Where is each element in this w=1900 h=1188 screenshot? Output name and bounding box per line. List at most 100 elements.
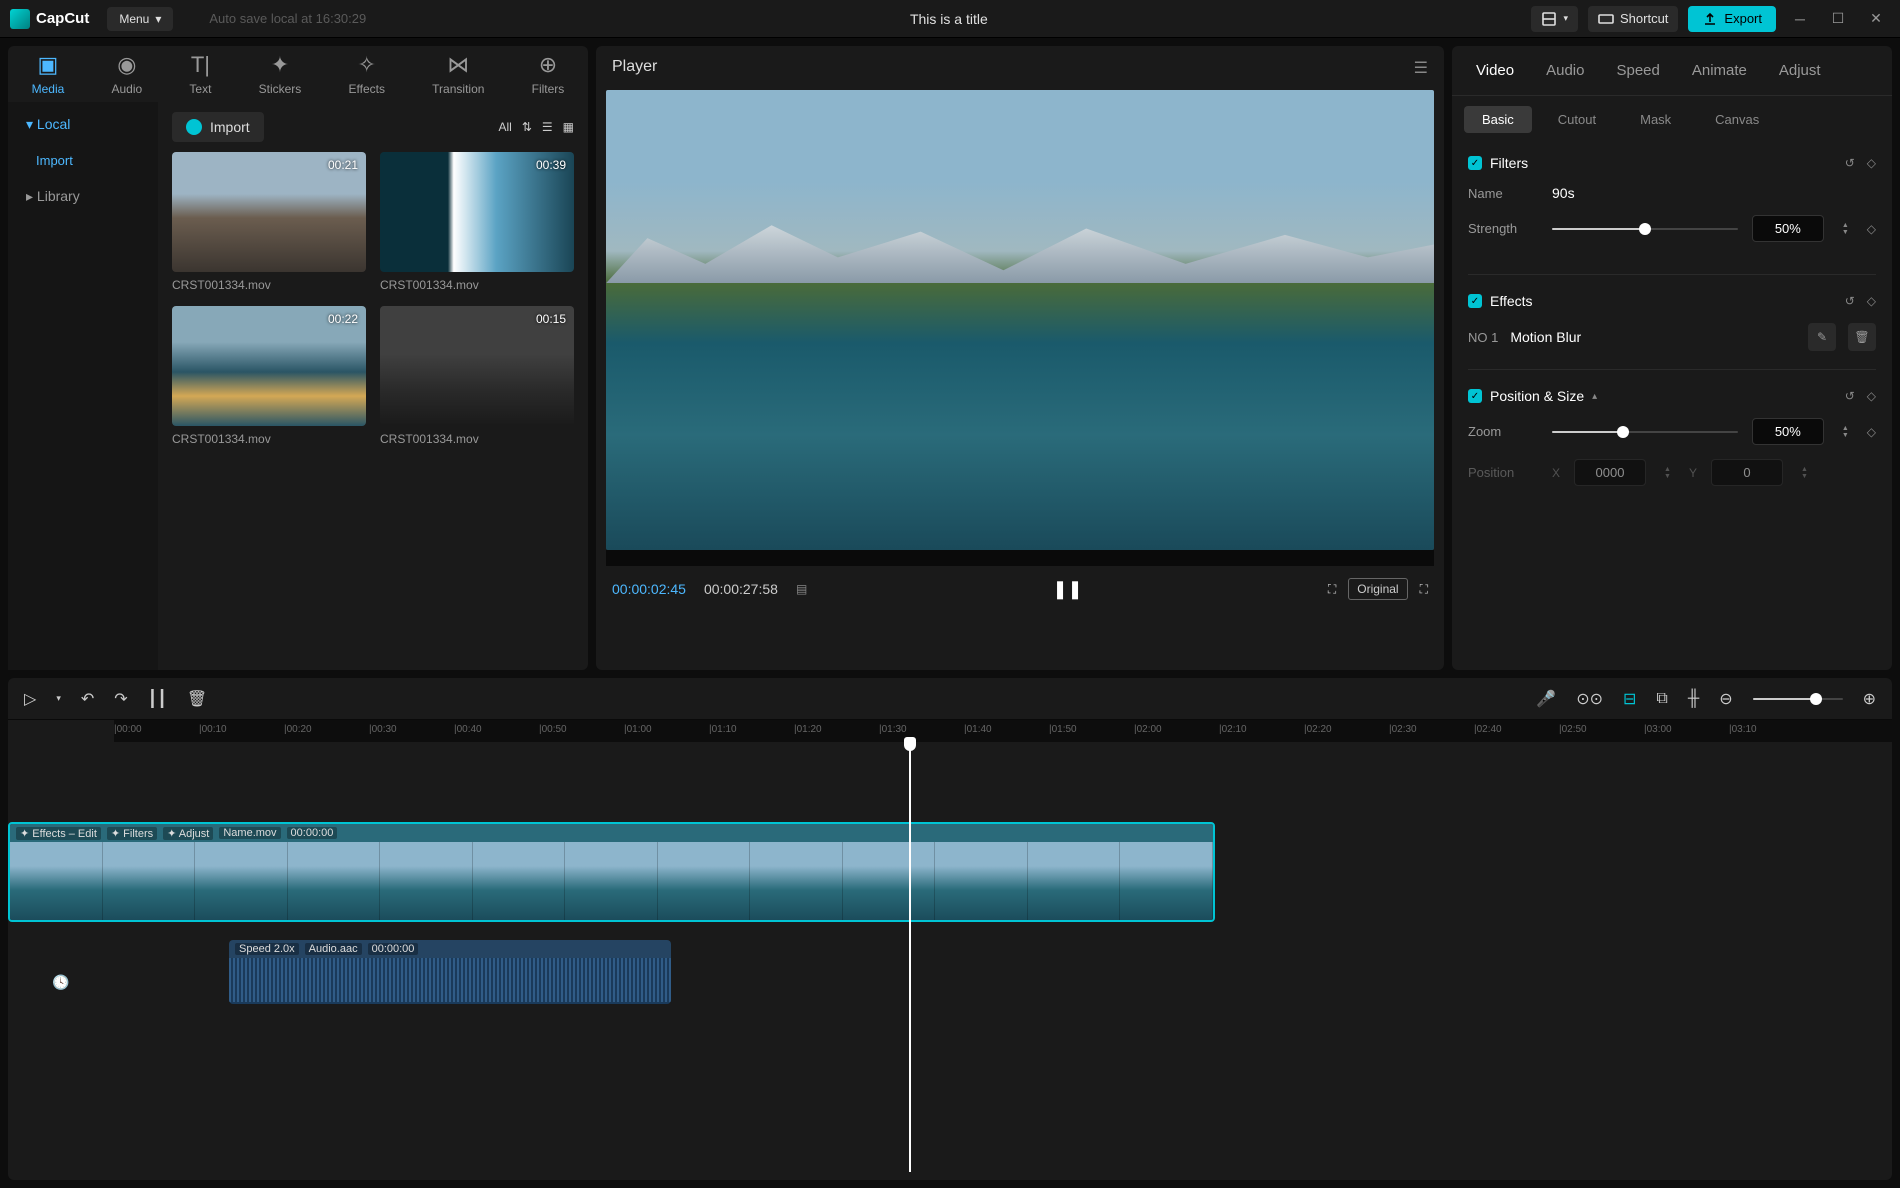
keyframe-icon[interactable]: ◇ <box>1867 389 1876 403</box>
menu-button[interactable]: Menu ▾ <box>107 7 173 31</box>
grid-view-icon[interactable]: ▦ <box>563 120 574 134</box>
timeline-zoom-slider[interactable] <box>1753 698 1843 700</box>
delete-effect-button[interactable]: 🗑 <box>1848 323 1876 351</box>
text-tool[interactable]: T|Text <box>185 46 215 102</box>
sidebar-item-local[interactable]: ▾ Local <box>8 106 158 143</box>
crop-icon[interactable]: ⛶ <box>1328 582 1336 597</box>
filters-actions: ↺ ◇ <box>1845 156 1876 170</box>
list-view-icon[interactable]: ☰ <box>542 120 553 134</box>
inspector-subtabs: Basic Cutout Mask Canvas <box>1452 96 1892 143</box>
zoom-in-icon[interactable]: ⊕ <box>1863 689 1876 709</box>
project-title[interactable]: This is a title <box>366 11 1531 27</box>
zoom-keyframe[interactable]: ◇ <box>1867 425 1876 439</box>
original-button[interactable]: Original <box>1348 578 1407 600</box>
y-value[interactable]: 0 <box>1711 459 1783 486</box>
x-value[interactable]: 0000 <box>1574 459 1646 486</box>
player-scrubber[interactable] <box>606 550 1434 566</box>
playhead[interactable] <box>909 742 911 1172</box>
strength-keyframe[interactable]: ◇ <box>1867 222 1876 236</box>
clock-icon[interactable]: 🕓 <box>52 974 69 991</box>
sidebar-item-library[interactable]: ▸ Library <box>8 178 158 215</box>
reset-icon[interactable]: ↺ <box>1845 294 1855 308</box>
align-icon[interactable]: ╫ <box>1688 690 1699 708</box>
shortcut-button[interactable]: Shortcut <box>1588 6 1678 32</box>
split-button[interactable]: ┃┃ <box>148 689 167 709</box>
tab-animate[interactable]: Animate <box>1676 46 1763 95</box>
record-icon[interactable]: ⊙⊙ <box>1576 689 1603 709</box>
effects-tool[interactable]: ✧Effects <box>345 46 389 102</box>
chevron-up-icon[interactable]: ▴ <box>1592 391 1597 402</box>
effects-checkbox[interactable]: ✓ <box>1468 294 1482 308</box>
filters-tool[interactable]: ⊕Filters <box>528 46 569 102</box>
media-item[interactable]: 00:15CRST001334.mov <box>380 306 574 446</box>
tab-audio[interactable]: Audio <box>1530 46 1600 95</box>
media-item[interactable]: 00:39CRST001334.mov <box>380 152 574 292</box>
effects-section: ✓ Effects ↺ ◇ NO 1 Motion Blur ✎ 🗑 <box>1452 281 1892 363</box>
mic-icon[interactable]: 🎤 <box>1536 689 1556 709</box>
strength-slider[interactable] <box>1552 228 1738 230</box>
position-checkbox[interactable]: ✓ <box>1468 389 1482 403</box>
audio-meter-icon[interactable]: ▤ <box>796 582 807 596</box>
strength-value[interactable]: 50% <box>1752 215 1824 242</box>
delete-button[interactable]: 🗑 <box>187 689 207 709</box>
transition-tool[interactable]: ⋈Transition <box>428 46 488 102</box>
tab-speed[interactable]: Speed <box>1600 46 1675 95</box>
tab-adjust[interactable]: Adjust <box>1763 46 1837 95</box>
filter-all[interactable]: All <box>498 120 511 134</box>
reset-icon[interactable]: ↺ <box>1845 389 1855 403</box>
close-button[interactable]: ✕ <box>1862 5 1890 33</box>
subtab-basic[interactable]: Basic <box>1464 106 1532 133</box>
zoom-stepper[interactable]: ▲▼ <box>1838 425 1853 439</box>
y-stepper[interactable]: ▲▼ <box>1797 466 1812 480</box>
player-right: ⛶ Original ⛶ <box>1328 578 1428 600</box>
pause-button[interactable]: ❚❚ <box>1052 579 1082 599</box>
effect-index: NO 1 <box>1468 330 1498 345</box>
sidebar-item-local-import[interactable]: Import <box>8 143 158 178</box>
redo-button[interactable]: ↷ <box>114 689 127 709</box>
media-duration: 00:15 <box>536 312 566 326</box>
export-button[interactable]: Export <box>1688 6 1776 32</box>
tab-video[interactable]: Video <box>1460 46 1530 95</box>
ruler-tick: |02:20 <box>1304 724 1332 735</box>
audio-clip[interactable]: Speed 2.0xAudio.aac00:00:00 <box>229 940 671 1004</box>
keyframe-icon[interactable]: ◇ <box>1867 294 1876 308</box>
layout-button[interactable]: ▾ <box>1531 6 1578 32</box>
audio-tool[interactable]: ◉Audio <box>107 46 146 102</box>
link-icon[interactable]: ⧉ <box>1656 690 1667 708</box>
keyframe-icon[interactable]: ◇ <box>1867 156 1876 170</box>
undo-button[interactable]: ↶ <box>81 689 94 709</box>
maximize-button[interactable]: ☐ <box>1824 5 1852 33</box>
sort-icon[interactable]: ⇅ <box>522 120 532 134</box>
x-stepper[interactable]: ▲▼ <box>1660 466 1675 480</box>
player-video[interactable] <box>606 90 1434 550</box>
filters-checkbox[interactable]: ✓ <box>1468 156 1482 170</box>
reset-icon[interactable]: ↺ <box>1845 156 1855 170</box>
strength-stepper[interactable]: ▲▼ <box>1838 222 1853 236</box>
titlebar: CapCut Menu ▾ Auto save local at 16:30:2… <box>0 0 1900 38</box>
subtab-mask[interactable]: Mask <box>1622 106 1689 133</box>
magnet-icon[interactable]: ⊟ <box>1623 689 1636 709</box>
timeline-body[interactable]: ▢ 🔇 🕓 ✦ Effects – Edit✦ Filters✦ AdjustN… <box>8 742 1892 1180</box>
menu-label: Menu <box>119 12 149 26</box>
zoom-out-icon[interactable]: ⊖ <box>1719 689 1732 709</box>
select-dropdown[interactable]: ▾ <box>56 693 61 704</box>
stickers-tool[interactable]: ✦Stickers <box>255 46 306 102</box>
subtab-cutout[interactable]: Cutout <box>1540 106 1614 133</box>
fullscreen-icon[interactable]: ⛶ <box>1420 582 1428 597</box>
import-button[interactable]: Import <box>172 112 264 142</box>
media-wrap: ▾ LocalImport▸ Library Import All ⇅ ☰ ▦ … <box>8 102 588 670</box>
zoom-slider[interactable] <box>1552 431 1738 433</box>
media-tool[interactable]: ▣Media <box>28 46 69 102</box>
minimize-button[interactable]: ─ <box>1786 5 1814 33</box>
position-actions: ↺ ◇ <box>1845 389 1876 403</box>
clip-time: 00:00:00 <box>287 827 338 839</box>
video-clip[interactable]: ✦ Effects – Edit✦ Filters✦ AdjustName.mo… <box>8 822 1215 922</box>
timeline-ruler[interactable]: |00:00|00:10|00:20|00:30|00:40|00:50|01:… <box>114 720 1892 742</box>
zoom-value[interactable]: 50% <box>1752 418 1824 445</box>
player-menu-icon[interactable]: ☰ <box>1414 58 1428 78</box>
subtab-canvas[interactable]: Canvas <box>1697 106 1777 133</box>
media-item[interactable]: 00:22CRST001334.mov <box>172 306 366 446</box>
edit-effect-button[interactable]: ✎ <box>1808 323 1836 351</box>
select-tool[interactable]: ▷ <box>24 689 36 709</box>
media-item[interactable]: 00:21CRST001334.mov <box>172 152 366 292</box>
